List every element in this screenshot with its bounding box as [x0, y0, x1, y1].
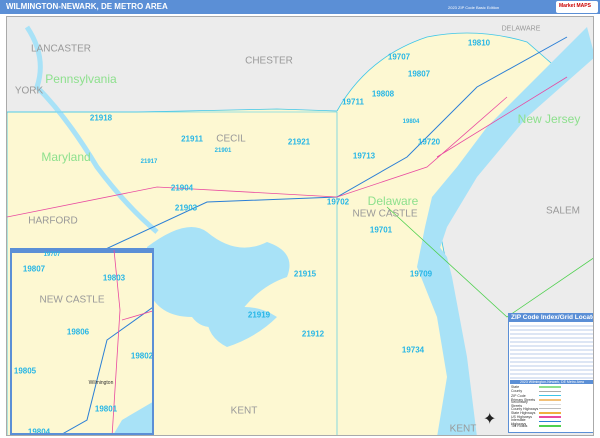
- state-label: Pennsylvania: [45, 72, 117, 86]
- state-label: New Jersey: [517, 112, 581, 126]
- zip-label: 19801: [94, 404, 118, 414]
- county-label: CHESTER: [245, 55, 293, 67]
- zip-label: 21903: [174, 203, 198, 213]
- inset-water: [114, 402, 152, 433]
- zip-label: 21919: [247, 310, 271, 320]
- zip-label: 19713: [352, 151, 376, 161]
- zip-label: 19805: [13, 366, 37, 376]
- county-label: LANCASTER: [30, 43, 92, 55]
- county-label: NEW CASTLE: [352, 208, 418, 220]
- edition-label: 2023 ZIP Code Basic Edition: [448, 5, 500, 10]
- legend-swatch: [539, 394, 561, 397]
- legend-swatch: [539, 412, 561, 414]
- zip-label: 19702: [326, 197, 350, 207]
- zip-label: 19804: [402, 119, 420, 125]
- county-label: HARFORD: [28, 215, 78, 227]
- county-label: DELAWARE: [501, 25, 541, 33]
- zip-label: 21917: [140, 159, 158, 165]
- legend-swatch: [539, 420, 561, 423]
- legend-swatch: [539, 425, 561, 427]
- legend-swatch: [539, 403, 561, 406]
- zip-label: 19807: [22, 264, 46, 274]
- legend-swatch: [539, 416, 561, 418]
- header-bar: WILMINGTON-NEWARK, DE METRO AREA 2023 ZI…: [0, 0, 600, 14]
- county-label: KENT: [449, 423, 477, 435]
- inset-graphics: [63, 250, 152, 433]
- state-label: Delaware: [367, 194, 419, 208]
- zip-label: 19707: [43, 252, 61, 258]
- zip-label: 19810: [467, 38, 491, 48]
- zip-label: 21904: [170, 183, 194, 193]
- legend-title: ZIP Code Index/Grid Locator: [509, 314, 594, 322]
- zip-index-table: [510, 323, 593, 379]
- compass-rose-icon: ✦: [483, 411, 497, 428]
- zip-label: 19808: [371, 89, 395, 99]
- zip-label: 19711: [342, 97, 364, 107]
- zip-label: 21915: [293, 269, 317, 279]
- county-label: NEW CASTLE: [39, 294, 105, 306]
- zip-label: 19701: [369, 225, 393, 235]
- zip-label: 19807: [407, 69, 431, 79]
- zip-label: 19707: [387, 52, 411, 62]
- map-title: WILMINGTON-NEWARK, DE METRO AREA: [6, 2, 168, 11]
- zip-label: 19709: [409, 269, 433, 279]
- zip-label: 19720: [61, 433, 83, 434]
- logo: Market MAPS: [556, 1, 598, 13]
- county-label: CECIL: [216, 133, 246, 145]
- county-label: SALEM: [546, 205, 580, 217]
- zip-label: 21901: [214, 148, 232, 154]
- state-label: Maryland: [41, 150, 91, 164]
- zip-label: 19734: [401, 345, 425, 355]
- legend-item: Toll Roads: [509, 423, 593, 428]
- legend-swatch: [539, 390, 561, 393]
- zip-label: 19803: [102, 273, 126, 283]
- legend-swatch: [539, 399, 561, 401]
- city-label: Wilmington: [88, 380, 114, 386]
- zip-label: 21912: [301, 329, 325, 339]
- county-label: YORK: [14, 85, 44, 97]
- legend-swatch: [539, 407, 561, 410]
- legend-panel: ZIP Code Index/Grid Locator 2023 Wilming…: [508, 313, 594, 433]
- zip-label: 21921: [287, 137, 311, 147]
- legend-swatch: [539, 386, 561, 388]
- legend-subtitle: 2023 Wilmington-Newark, DE Metro Area: [510, 380, 593, 384]
- map-canvas[interactable]: LANCASTER CHESTER YORK CECIL HARFORD NEW…: [6, 16, 594, 436]
- zip-label: 19806: [66, 327, 90, 337]
- zip-label: 19804: [27, 427, 51, 435]
- zip-label: 21911: [181, 134, 203, 144]
- zip-label: 19720: [417, 137, 441, 147]
- wilmington-inset-map[interactable]: 19707 19807 19803 NEW CASTLE 19806 19802…: [10, 248, 154, 435]
- zip-label: 19802: [130, 351, 154, 361]
- county-label: KENT: [230, 405, 258, 417]
- legend-label: Toll Roads: [511, 423, 528, 428]
- zip-label: 21918: [89, 113, 113, 123]
